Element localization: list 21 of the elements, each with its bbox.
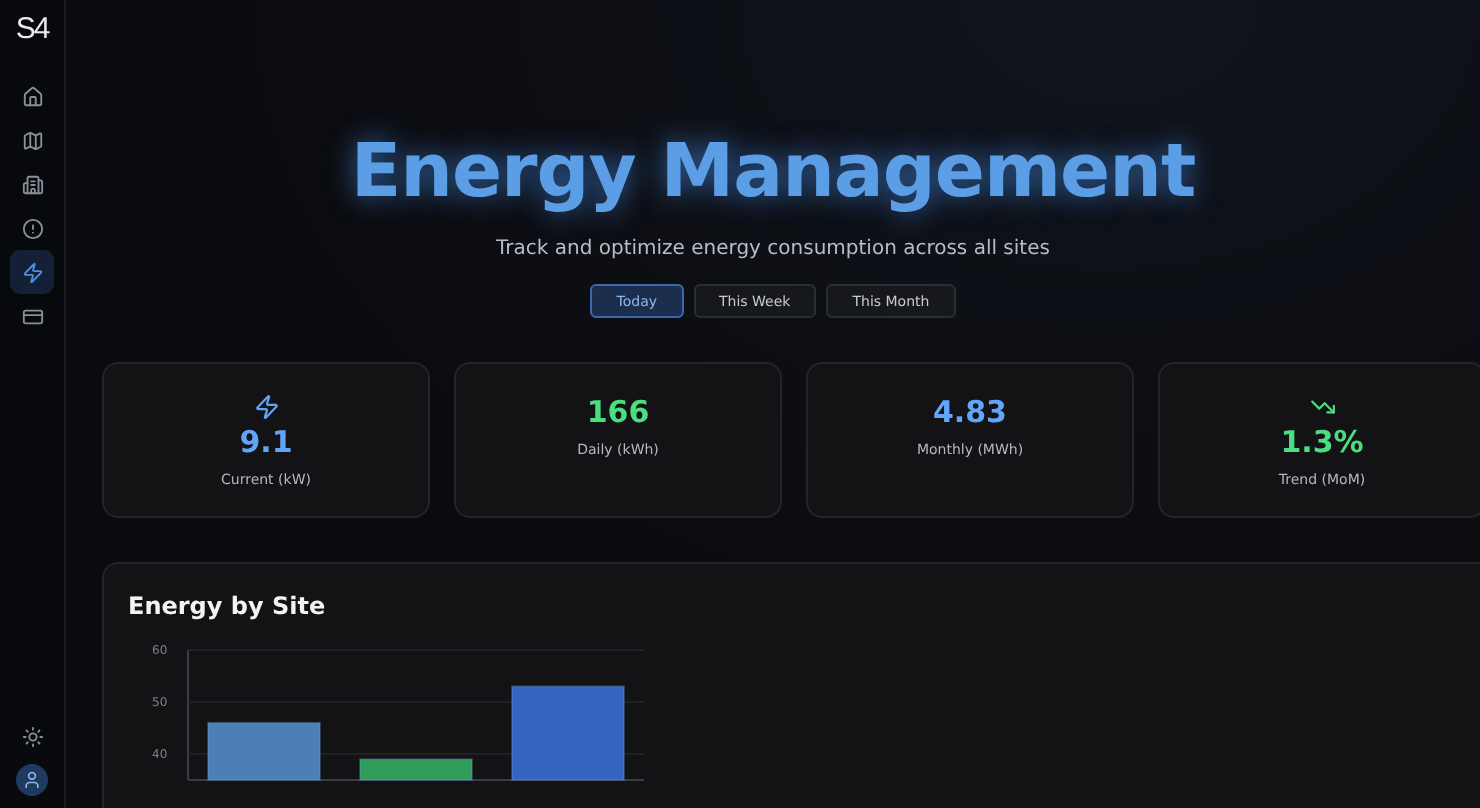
energy-icon: [21, 261, 43, 283]
user-avatar[interactable]: [16, 764, 48, 796]
energy-nav-button[interactable]: [10, 250, 54, 294]
chart-title: Energy by Site: [128, 592, 328, 620]
stat-value: 1.3%: [1280, 423, 1364, 459]
stat-value: 4.83: [932, 394, 1007, 430]
page-title: Energy Management: [350, 128, 1196, 214]
chart-bar: [359, 758, 473, 781]
chart-bar: [207, 721, 321, 781]
lightning-icon: [253, 393, 279, 419]
chart-bar: [511, 685, 625, 781]
stat-value: 166: [586, 394, 650, 430]
map-icon: [21, 129, 43, 151]
card-icon: [21, 305, 43, 327]
theme-toggle-icon[interactable]: [21, 726, 43, 748]
logo: S4: [15, 12, 49, 46]
building-icon: [21, 173, 43, 195]
page-subtitle: Track and optimize energy consumption across all sites: [496, 238, 1050, 260]
alert-icon: [21, 217, 43, 239]
home-icon: [21, 85, 43, 107]
stat-value: 9.1: [239, 423, 293, 459]
